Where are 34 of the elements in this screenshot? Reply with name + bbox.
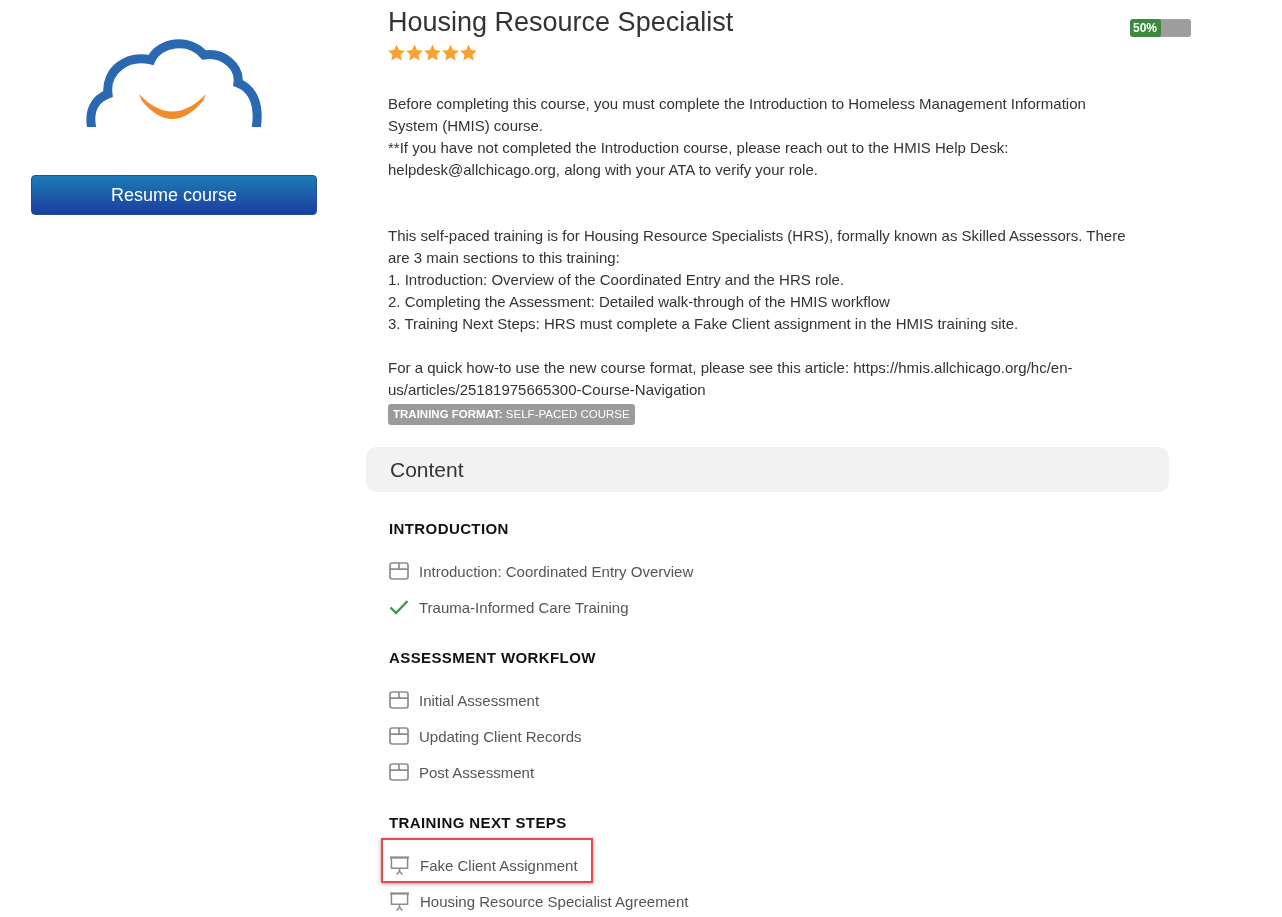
description-text: This self-paced training is for Housing Resource Specialists (HRS), formally known as Skilled Assessors. There are 3 main sections to this training:	[388, 226, 1127, 268]
lesson-item[interactable]: Initial Assessment	[389, 685, 540, 715]
section-heading: TRAINING NEXT STEPS	[389, 813, 568, 833]
box-icon	[389, 763, 409, 781]
checkmark-icon	[389, 599, 409, 615]
box-icon	[389, 562, 409, 580]
presentation-screen-icon	[389, 855, 410, 875]
lesson-item[interactable]: Fake Client Assignment	[389, 850, 578, 880]
lesson-item[interactable]: Introduction: Coordinated Entry Overview	[389, 556, 694, 586]
star-icon	[424, 44, 441, 61]
resume-button[interactable]: Resume course	[31, 175, 317, 215]
format-badge: TRAINING FORMAT: SELF-PACED COURSE	[388, 404, 635, 425]
course-title: Housing Resource Specialist	[388, 6, 734, 38]
star-icon	[442, 44, 459, 61]
description-text: 3. Training Next Steps: HRS must complete a Fake Client assignment in the HMIS training site.	[388, 314, 1020, 334]
section-heading: INTRODUCTION	[389, 519, 510, 539]
description-text: Before completing this course, you must complete the Introduction to Homeless Management Information System (HMIS) course.	[388, 94, 1087, 136]
star-icon	[460, 44, 477, 61]
star-icon	[388, 44, 405, 61]
lesson-item[interactable]: Updating Client Records	[389, 721, 582, 751]
description-text: For a quick how-to use the new course format, please see this article: https://hmis.allchicago.org/hc/en-us/articles/25181975665300-Course-Navigation	[388, 358, 1074, 400]
description-text: 2. Completing the Assessment: Detailed walk-through of the HMIS workflow	[388, 292, 891, 312]
description-text: 1. Introduction: Overview of the Coordinated Entry and the HRS role.	[388, 270, 846, 290]
presentation-screen-icon	[389, 891, 410, 911]
box-icon	[389, 727, 409, 745]
content-heading: Content	[390, 457, 464, 482]
lesson-item[interactable]: Trauma-Informed Care Training	[389, 592, 629, 622]
star-icon	[406, 44, 423, 61]
description-text: **If you have not completed the Introduction course, please reach out to the HMIS Help Desk: helpdesk@allchicago.org, along with your ATA to verify your role.	[388, 138, 1010, 180]
box-icon	[389, 691, 409, 709]
lesson-item[interactable]: Post Assessment	[389, 757, 535, 787]
lesson-item[interactable]: Housing Resource Specialist Agreement	[389, 886, 689, 916]
section-heading: ASSESSMENT WORKFLOW	[389, 648, 597, 668]
progress-label: 50%	[1133, 20, 1158, 37]
